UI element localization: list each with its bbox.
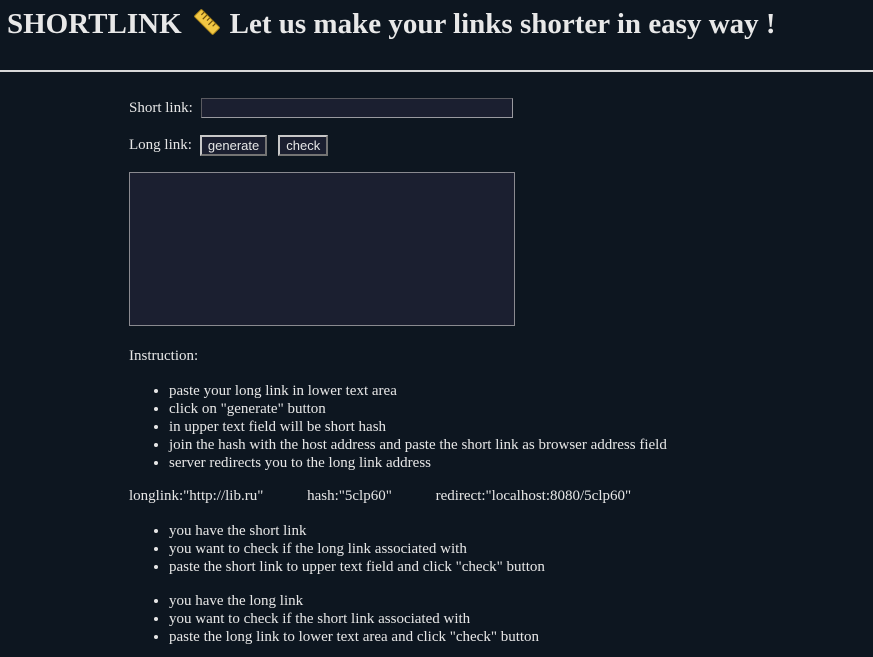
long-link-textarea[interactable]	[129, 172, 515, 326]
page-header: SHORTLINK Let us make your links shorter…	[0, 0, 873, 72]
list-item: server redirects you to the long link ad…	[169, 454, 667, 472]
generate-button[interactable]: generate	[199, 134, 268, 156]
instruction-title: Instruction:	[129, 348, 199, 364]
title-prefix: SHORTLINK	[7, 8, 182, 40]
list-item: click on "generate" button	[169, 400, 667, 418]
title-suffix: Let us make your links shorter in easy w…	[229, 8, 776, 40]
list-item: paste the short link to upper text field…	[169, 558, 545, 576]
list-item: you want to check if the short link asso…	[169, 610, 539, 628]
list-item: paste the long link to lower text area a…	[169, 628, 539, 646]
short-link-label: Short link:	[129, 99, 193, 116]
example-redirect: redirect:"localhost:8080/5clp60"	[435, 488, 632, 504]
instruction-steps-list: paste your long link in lower text area …	[129, 382, 667, 472]
short-link-input[interactable]	[200, 98, 513, 118]
list-item: you want to check if the long link assoc…	[169, 540, 545, 558]
ruler-icon	[192, 7, 222, 46]
check-long-list: you have the long link you want to check…	[129, 592, 539, 646]
list-item: paste your long link in lower text area	[169, 382, 667, 400]
check-short-list: you have the short link you want to chec…	[129, 522, 545, 576]
short-link-row: Short link:	[129, 97, 513, 119]
example-line: longlink:"http://lib.ru" hash:"5clp60" r…	[129, 488, 631, 505]
page-title: SHORTLINK Let us make your links shorter…	[7, 6, 776, 46]
long-link-label: Long link:	[129, 136, 192, 153]
example-hash: hash:"5clp60"	[307, 488, 392, 504]
long-link-row: Long link: generate check	[129, 134, 329, 156]
list-item: you have the long link	[169, 592, 539, 610]
check-button[interactable]: check	[278, 134, 329, 156]
list-item: join the hash with the host address and …	[169, 436, 667, 454]
example-longlink: longlink:"http://lib.ru"	[129, 488, 264, 504]
list-item: in upper text field will be short hash	[169, 418, 667, 436]
list-item: you have the short link	[169, 522, 545, 540]
